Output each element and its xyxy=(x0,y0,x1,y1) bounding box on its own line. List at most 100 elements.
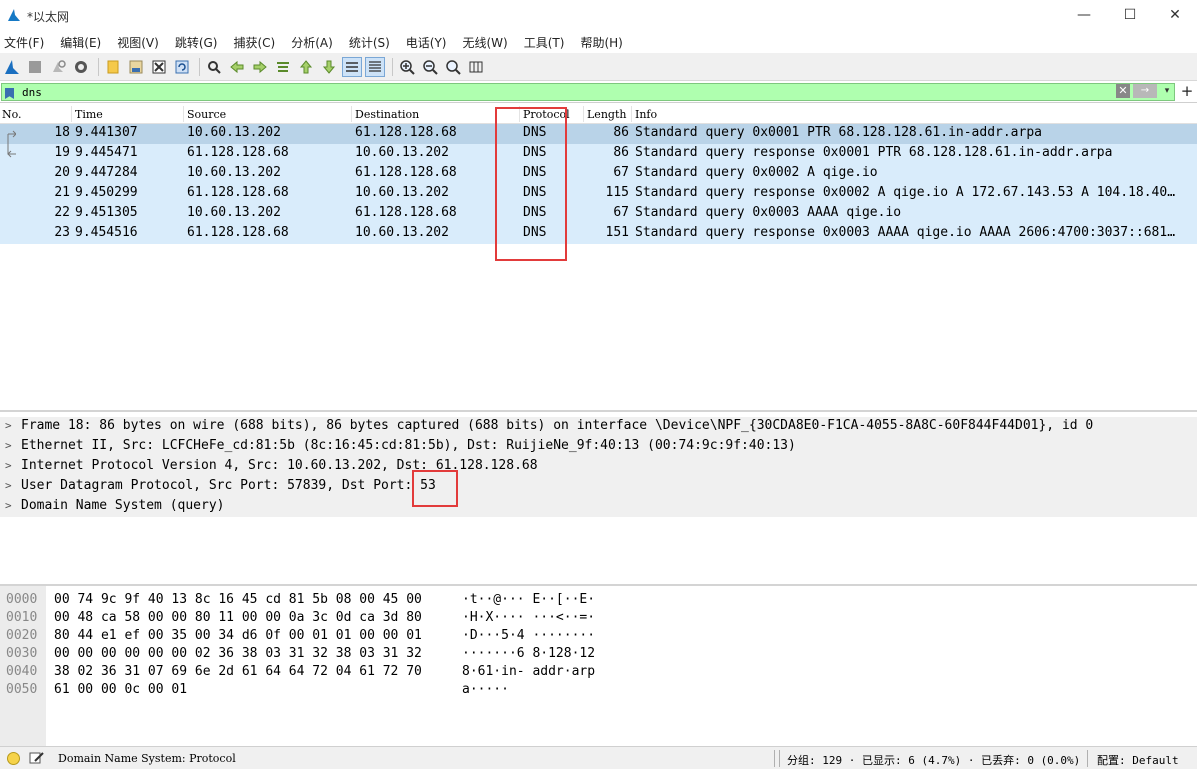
expand-arrow-icon[interactable]: > xyxy=(5,419,12,432)
bytes-ascii[interactable]: 8·61·in- addr·arp xyxy=(462,664,595,679)
column-separator[interactable] xyxy=(351,106,352,122)
maximize-button[interactable]: ☐ xyxy=(1107,4,1153,26)
packet-time: 9.451305 xyxy=(75,205,138,220)
column-separator[interactable] xyxy=(583,106,584,122)
packet-row[interactable]: 22 9.451305 10.60.13.202 61.128.128.68 D… xyxy=(0,204,1197,224)
bytes-row[interactable]: 0010 00 48 ca 58 00 00 80 11 00 00 0a 3c… xyxy=(0,610,1197,628)
detail-tree-item[interactable]: > Domain Name System (query) xyxy=(0,497,1197,517)
menu-view[interactable]: 视图(V) xyxy=(117,34,159,51)
expand-arrow-icon[interactable]: > xyxy=(5,479,12,492)
display-filter-input[interactable]: dns xyxy=(1,83,1175,101)
normal-size-icon[interactable] xyxy=(443,57,463,77)
bytes-row[interactable]: 0050 61 00 00 0c 00 01 a····· xyxy=(0,682,1197,700)
expert-info-icon[interactable] xyxy=(7,752,20,765)
expand-arrow-icon[interactable]: > xyxy=(5,499,12,512)
restart-icon[interactable] xyxy=(48,57,68,77)
menu-analyze[interactable]: 分析(A) xyxy=(291,34,333,51)
packet-number: 20 xyxy=(54,165,70,180)
colorize-icon[interactable] xyxy=(365,56,385,77)
capture-options-icon[interactable] xyxy=(71,57,91,77)
clear-filter-button[interactable]: ✕ xyxy=(1116,84,1130,98)
expand-arrow-icon[interactable]: > xyxy=(5,439,12,452)
display-filter-text[interactable]: dns xyxy=(22,86,42,99)
autoscroll-icon[interactable] xyxy=(342,56,362,77)
zoom-in-icon[interactable] xyxy=(397,57,417,77)
capture-comment-icon[interactable] xyxy=(29,751,45,765)
column-separator[interactable] xyxy=(71,106,72,122)
column-separator[interactable] xyxy=(631,106,632,122)
detail-tree-item[interactable]: > Internet Protocol Version 4, Src: 10.6… xyxy=(0,457,1197,477)
bytes-row[interactable]: 0000 00 74 9c 9f 40 13 8c 16 45 cd 81 5b… xyxy=(0,592,1197,610)
go-forward-icon[interactable] xyxy=(250,57,270,77)
close-file-icon[interactable] xyxy=(149,57,169,77)
menu-bar: 文件(F) 编辑(E) 视图(V) 跳转(G) 捕获(C) 分析(A) 统计(S… xyxy=(0,31,1197,53)
expand-arrow-icon[interactable]: > xyxy=(5,459,12,472)
menu-statistics[interactable]: 统计(S) xyxy=(349,34,390,51)
bytes-row[interactable]: 0020 80 44 e1 ef 00 35 00 34 d6 0f 00 01… xyxy=(0,628,1197,646)
bytes-hex[interactable]: 00 74 9c 9f 40 13 8c 16 45 cd 81 5b 08 0… xyxy=(54,592,422,607)
go-to-packet-icon[interactable] xyxy=(273,57,293,77)
packet-time: 9.447284 xyxy=(75,165,138,180)
bytes-ascii[interactable]: ·t··@··· E··[··E· xyxy=(462,592,595,607)
menu-tools[interactable]: 工具(T) xyxy=(524,34,565,51)
packet-row[interactable]: 21 9.450299 61.128.128.68 10.60.13.202 D… xyxy=(0,184,1197,204)
add-filter-button-icon[interactable]: + xyxy=(1180,82,1194,100)
menu-edit[interactable]: 编辑(E) xyxy=(60,34,101,51)
menu-file[interactable]: 文件(F) xyxy=(4,34,44,51)
bytes-ascii[interactable]: ·H·X···· ···<··=· xyxy=(462,610,595,625)
bookmark-icon[interactable] xyxy=(5,88,14,99)
resize-columns-icon[interactable] xyxy=(466,57,486,77)
column-header-no[interactable]: No. xyxy=(2,108,22,121)
column-header-info[interactable]: Info xyxy=(635,108,657,121)
menu-telephony[interactable]: 电话(Y) xyxy=(406,34,447,51)
menu-help[interactable]: 帮助(H) xyxy=(580,34,622,51)
first-packet-icon[interactable] xyxy=(296,57,316,77)
open-file-icon[interactable] xyxy=(103,57,123,77)
menu-capture[interactable]: 捕获(C) xyxy=(233,34,275,51)
bytes-ascii[interactable]: ·······6 8·128·12 xyxy=(462,646,595,661)
configuration-profile[interactable]: 配置: Default xyxy=(1097,752,1179,768)
bytes-ascii[interactable]: ·D···5·4 ········ xyxy=(462,628,595,643)
bytes-hex[interactable]: 38 02 36 31 07 69 6e 2d 61 64 64 72 04 6… xyxy=(54,664,422,679)
last-packet-icon[interactable] xyxy=(319,57,339,77)
packet-list-header: No. Time Source Destination Protocol Len… xyxy=(0,104,1197,124)
column-header-destination[interactable]: Destination xyxy=(355,108,419,121)
column-header-length[interactable]: Length xyxy=(587,108,626,121)
menu-go[interactable]: 跳转(G) xyxy=(175,34,218,51)
packet-row[interactable]: 20 9.447284 10.60.13.202 61.128.128.68 D… xyxy=(0,164,1197,184)
bytes-hex[interactable]: 00 48 ca 58 00 00 80 11 00 00 0a 3c 0d c… xyxy=(54,610,422,625)
reload-icon[interactable] xyxy=(172,57,192,77)
detail-tree-item[interactable]: > User Datagram Protocol, Src Port: 5783… xyxy=(0,477,1197,497)
apply-filter-button[interactable]: → xyxy=(1133,84,1157,98)
bytes-hex[interactable]: 61 00 00 0c 00 01 xyxy=(54,682,187,697)
go-back-icon[interactable] xyxy=(227,57,247,77)
packet-info: Standard query 0x0003 AAAA qige.io xyxy=(635,205,902,220)
minimize-button[interactable]: — xyxy=(1061,4,1107,26)
find-packet-icon[interactable] xyxy=(204,57,224,77)
detail-text: Domain Name System (query) xyxy=(21,498,225,513)
bytes-hex[interactable]: 80 44 e1 ef 00 35 00 34 d6 0f 00 01 01 0… xyxy=(54,628,422,643)
packet-row[interactable]: 23 9.454516 61.128.128.68 10.60.13.202 D… xyxy=(0,224,1197,244)
bytes-offset: 0020 xyxy=(6,628,38,643)
bytes-ascii[interactable]: a····· xyxy=(462,682,509,697)
save-file-icon[interactable] xyxy=(126,57,146,77)
column-header-time[interactable]: Time xyxy=(75,108,103,121)
related-packet-indicator-icon xyxy=(7,144,16,158)
column-separator[interactable] xyxy=(183,106,184,122)
shark-fin-start-icon[interactable] xyxy=(2,57,22,77)
column-header-source[interactable]: Source xyxy=(187,108,226,121)
menu-wireless[interactable]: 无线(W) xyxy=(463,34,508,51)
detail-tree-item[interactable]: > Frame 18: 86 bytes on wire (688 bits),… xyxy=(0,417,1197,437)
packet-row[interactable]: 18 9.441307 10.60.13.202 61.128.128.68 D… xyxy=(0,124,1197,144)
packet-row[interactable]: 19 9.445471 61.128.128.68 10.60.13.202 D… xyxy=(0,144,1197,164)
detail-text: Ethernet II, Src: LCFCHeFe_cd:81:5b (8c:… xyxy=(21,438,796,453)
bytes-hex[interactable]: 00 00 00 00 00 00 02 36 38 03 31 32 38 0… xyxy=(54,646,422,661)
bytes-row[interactable]: 0030 00 00 00 00 00 00 02 36 38 03 31 32… xyxy=(0,646,1197,664)
detail-tree-item[interactable]: > Ethernet II, Src: LCFCHeFe_cd:81:5b (8… xyxy=(0,437,1197,457)
close-button[interactable]: ✕ xyxy=(1152,4,1197,26)
zoom-out-icon[interactable] xyxy=(420,57,440,77)
packet-length: 115 xyxy=(605,185,629,200)
bytes-row[interactable]: 0040 38 02 36 31 07 69 6e 2d 61 64 64 72… xyxy=(0,664,1197,682)
filter-history-dropdown[interactable]: ▾ xyxy=(1161,84,1173,98)
stop-icon[interactable] xyxy=(25,57,45,77)
